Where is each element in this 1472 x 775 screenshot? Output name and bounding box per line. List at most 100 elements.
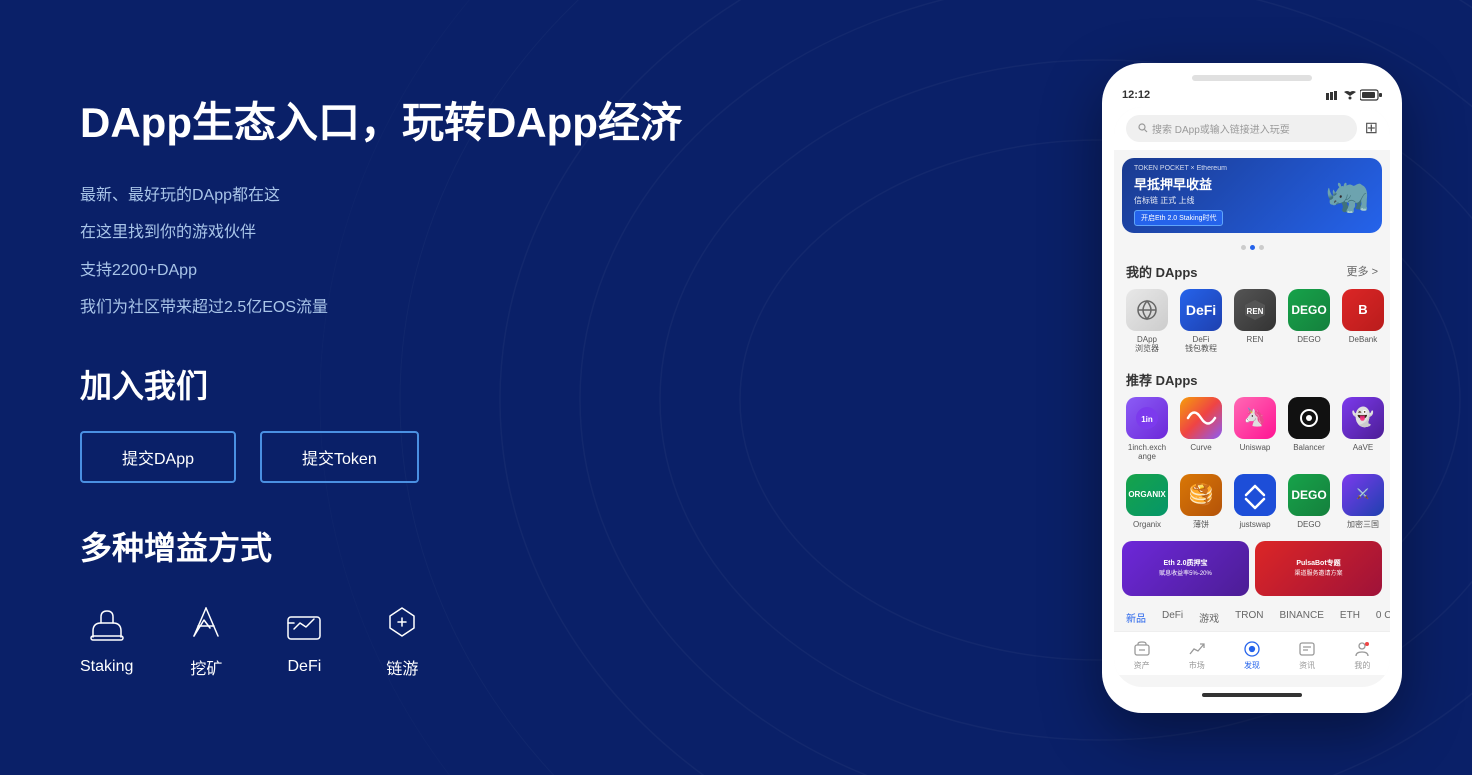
tab-eth[interactable]: ETH: [1336, 608, 1364, 627]
tab-tron[interactable]: TRON: [1231, 608, 1267, 627]
phone-screen: 搜索 DApp或输入链接进入玩耍 ⊞ TOKEN POCKET × Ethere…: [1114, 107, 1390, 687]
join-title: 加入我们: [80, 361, 1012, 407]
phone-search-bar: 搜索 DApp或输入链接进入玩耍 ⊞: [1114, 107, 1390, 150]
earn-item-game: 链游: [377, 597, 427, 679]
dapp-icon-pancake: 🥞: [1180, 474, 1222, 516]
dapp-icon-balancer: [1288, 397, 1330, 439]
recommend-dapps-grid: 1in 1inch.exchange Curve 🦄 Uniswap: [1114, 393, 1390, 470]
recommend-dapps-title: 推荐 DApps: [1126, 370, 1198, 389]
earn-label-mining: 挖矿: [190, 655, 222, 679]
phone-home-indicator: [1202, 693, 1302, 697]
tab-defi[interactable]: DeFi: [1158, 608, 1187, 627]
nav-label-market: 市场: [1189, 660, 1205, 671]
tab-binance[interactable]: BINANCE: [1275, 608, 1327, 627]
dapp-icon-dego2: DEGO: [1288, 474, 1330, 516]
recommend-dapps-header: 推荐 DApps: [1114, 362, 1390, 393]
earn-item-staking: Staking: [80, 600, 133, 676]
new-section-tabs: 新品 DeFi 游戏 TRON BINANCE ETH 0 CPU: [1114, 604, 1390, 631]
dapp-item-game3kingdoms[interactable]: ⚔️ 加密三国: [1338, 474, 1388, 530]
dapp-item-pancake[interactable]: 🥞 薄饼: [1176, 474, 1226, 530]
nav-label-mine: 我的: [1354, 660, 1370, 671]
dapp-item-balancer[interactable]: Balancer: [1284, 397, 1334, 462]
nav-item-assets[interactable]: 资产: [1133, 640, 1151, 671]
feature-item-3: 支持2200+DApp: [80, 258, 1012, 284]
dapp-item-ren[interactable]: REN REN: [1230, 289, 1280, 354]
feature-item-4: 我们为社区带来超过2.5亿EOS流量: [80, 295, 1012, 321]
my-dapps-grid: DApp浏览器 DeFi DeFi钱包教程 REN REN DEGO: [1114, 285, 1390, 362]
dapp-icon-curve: [1180, 397, 1222, 439]
banner-sub: 信标链 正式 上线: [1134, 195, 1325, 206]
status-icons: [1326, 89, 1382, 101]
dapp-item-dego2[interactable]: DEGO DEGO: [1284, 474, 1334, 530]
earn-label-defi: DeFi: [287, 658, 321, 676]
nav-item-discover[interactable]: 发现: [1243, 640, 1261, 671]
tab-new[interactable]: 新品: [1122, 608, 1150, 627]
dapp-item-organix[interactable]: ORGANIX Organix: [1122, 474, 1172, 530]
dapp-label-dego: DEGO: [1297, 335, 1321, 345]
dapp-label-ren: REN: [1247, 335, 1264, 345]
earn-label-staking: Staking: [80, 658, 133, 676]
defi-icon: [279, 600, 329, 650]
dapp-icon-debank: B: [1342, 289, 1384, 331]
banner-button[interactable]: 开启Eth 2.0 Staking时代: [1134, 210, 1223, 226]
staking-icon: [82, 600, 132, 650]
nav-label-news: 资讯: [1299, 660, 1315, 671]
dapp-icon-defi: DeFi: [1180, 289, 1222, 331]
submit-dapp-button[interactable]: 提交DApp: [80, 431, 236, 483]
dapp-label-debank: DeBank: [1349, 335, 1377, 345]
search-placeholder: 搜索 DApp或输入链接进入玩耍: [1152, 121, 1290, 136]
dapp-item-1inch[interactable]: 1in 1inch.exchange: [1122, 397, 1172, 462]
nav-item-market[interactable]: 市场: [1188, 640, 1206, 671]
feature-list: 最新、最好玩的DApp都在这 在这里找到你的游戏伙伴 支持2200+DApp 我…: [80, 183, 1012, 321]
dapp-icon-browser: [1126, 289, 1168, 331]
feature-item-1: 最新、最好玩的DApp都在这: [80, 183, 1012, 209]
dapp-label-game3kingdoms: 加密三国: [1347, 520, 1379, 530]
dapp-item-curve[interactable]: Curve: [1176, 397, 1226, 462]
nav-item-news[interactable]: 资讯: [1298, 640, 1316, 671]
tab-0cpu[interactable]: 0 CPU: [1372, 608, 1390, 627]
dapp-item-browser[interactable]: DApp浏览器: [1122, 289, 1172, 354]
mining-icon: [181, 597, 231, 647]
dapp-icon-uniswap: 🦄: [1234, 397, 1276, 439]
phone-bottom-nav: 资产 市场 发现 资讯: [1114, 631, 1390, 675]
dapp-item-aave[interactable]: 👻 AaVE: [1338, 397, 1388, 462]
dapp-icon-dego: DEGO: [1288, 289, 1330, 331]
dapp-item-justswap[interactable]: justswap: [1230, 474, 1280, 530]
dapp-label-uniswap: Uniswap: [1240, 443, 1271, 453]
submit-token-button[interactable]: 提交Token: [260, 431, 419, 483]
promo-banner-2[interactable]: PulsaBot专题渠道服务邀请方案: [1255, 541, 1382, 596]
phone-notch: [1192, 75, 1312, 81]
feature-item-2: 在这里找到你的游戏伙伴: [80, 220, 1012, 246]
dapp-item-dego[interactable]: DEGO DEGO: [1284, 289, 1334, 354]
dapp-icon-organix: ORGANIX: [1126, 474, 1168, 516]
earn-label-game: 链游: [386, 655, 418, 679]
nav-item-mine[interactable]: 我的: [1353, 640, 1371, 671]
promo-banner-1[interactable]: Eth 2.0质押宝赋息收益率5%-20%: [1122, 541, 1249, 596]
banner-dots: [1114, 241, 1390, 254]
game-icon: [377, 597, 427, 647]
dapp-label-1inch: 1inch.exchange: [1128, 443, 1166, 462]
dapp-label-curve: Curve: [1190, 443, 1211, 453]
phone-banner[interactable]: TOKEN POCKET × Ethereum 早抵押早收益 信标链 正式 上线…: [1122, 158, 1382, 233]
dot-3: [1259, 245, 1264, 250]
earn-item-defi: DeFi: [279, 600, 329, 676]
tab-game[interactable]: 游戏: [1195, 608, 1223, 627]
dapp-label-dego2: DEGO: [1297, 520, 1321, 530]
earn-section: 多种增益方式 Staking: [80, 523, 1012, 679]
dapp-label-organix: Organix: [1133, 520, 1161, 530]
dapp-label-justswap: justswap: [1239, 520, 1270, 530]
dapp-icon-ren: REN: [1234, 289, 1276, 331]
dapp-label-balancer: Balancer: [1293, 443, 1325, 453]
dapp-label-aave: AaVE: [1353, 443, 1373, 453]
phone-mockup-container: 12:12 搜索 DApp或输入链接进入玩耍 ⊞: [1092, 63, 1472, 713]
dapp-item-uniswap[interactable]: 🦄 Uniswap: [1230, 397, 1280, 462]
dapp-item-debank[interactable]: B DeBank: [1338, 289, 1388, 354]
my-dapps-title: 我的 DApps: [1126, 262, 1198, 281]
search-input[interactable]: 搜索 DApp或输入链接进入玩耍: [1126, 115, 1357, 142]
earn-title: 多种增益方式: [80, 523, 1012, 569]
dapp-icon-game3kingdoms: ⚔️: [1342, 474, 1384, 516]
my-dapps-more[interactable]: 更多 >: [1347, 263, 1378, 279]
dapp-item-defi[interactable]: DeFi DeFi钱包教程: [1176, 289, 1226, 354]
scan-icon[interactable]: ⊞: [1365, 118, 1378, 138]
dapp-icon-aave: 👻: [1342, 397, 1384, 439]
